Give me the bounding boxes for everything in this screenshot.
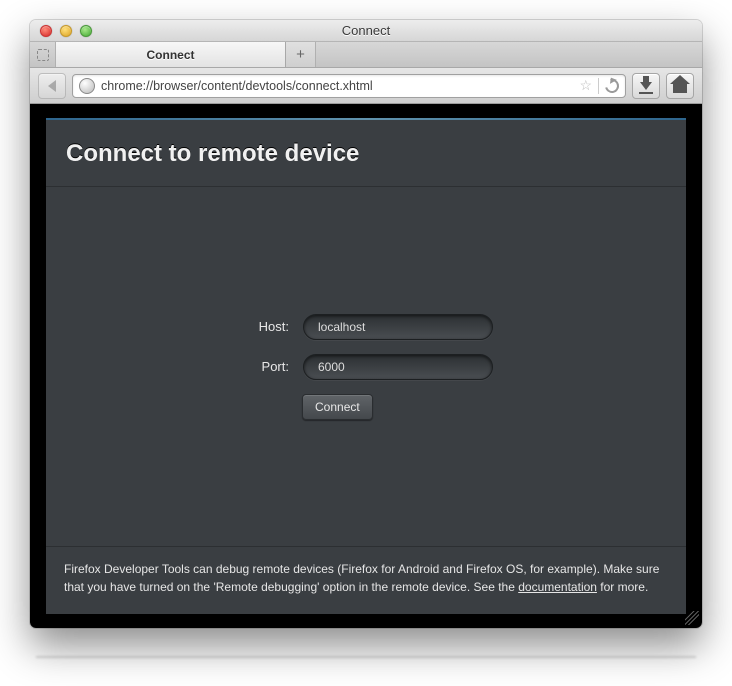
- new-tab-button[interactable]: +: [286, 42, 316, 67]
- bookmark-star-icon[interactable]: ☆: [579, 77, 592, 94]
- submit-row: Connect: [238, 394, 373, 420]
- connect-form: Host: Port: Connect: [46, 187, 686, 546]
- host-input[interactable]: [303, 314, 493, 340]
- connect-panel: Connect to remote device Host: Port: Con…: [46, 118, 686, 614]
- content-area: Connect to remote device Host: Port: Con…: [30, 104, 702, 628]
- home-button[interactable]: [666, 73, 694, 99]
- traffic-lights: [30, 25, 92, 37]
- site-identity-icon: [79, 78, 95, 94]
- close-window-button[interactable]: [40, 25, 52, 37]
- zoom-window-button[interactable]: [80, 25, 92, 37]
- footer-note: Firefox Developer Tools can debug remote…: [46, 546, 686, 614]
- tab-bar: Connect +: [30, 42, 702, 68]
- page-heading: Connect to remote device: [46, 120, 686, 187]
- port-input[interactable]: [303, 354, 493, 380]
- titlebar: Connect: [30, 20, 702, 42]
- plus-icon: +: [296, 47, 305, 62]
- port-label: Port:: [239, 359, 289, 374]
- downloads-button[interactable]: [632, 73, 660, 99]
- window-title: Connect: [30, 23, 702, 38]
- connect-button[interactable]: Connect: [302, 394, 373, 420]
- minimize-window-button[interactable]: [60, 25, 72, 37]
- url-text: chrome://browser/content/devtools/connec…: [101, 79, 573, 93]
- host-row: Host:: [239, 314, 493, 340]
- resize-grip[interactable]: [685, 611, 699, 625]
- tab-groups-button[interactable]: [30, 42, 56, 67]
- download-icon: [640, 82, 652, 90]
- divider: [598, 78, 599, 94]
- tab-groups-icon: [37, 49, 49, 61]
- url-bar[interactable]: chrome://browser/content/devtools/connec…: [72, 74, 626, 98]
- back-button[interactable]: [38, 73, 66, 99]
- toolbar: chrome://browser/content/devtools/connec…: [30, 68, 702, 104]
- reload-icon[interactable]: [602, 76, 621, 95]
- tab-connect[interactable]: Connect: [56, 42, 286, 67]
- shadow-decoration: [36, 656, 696, 658]
- port-row: Port:: [239, 354, 493, 380]
- back-icon: [48, 80, 56, 92]
- panel-accent-line: [46, 118, 686, 120]
- footer-text-after: for more.: [597, 580, 648, 594]
- documentation-link[interactable]: documentation: [518, 580, 597, 594]
- browser-window: Connect Connect + chrome://browser/conte…: [30, 20, 702, 628]
- home-icon: [673, 83, 687, 93]
- tab-label: Connect: [147, 48, 195, 62]
- host-label: Host:: [239, 319, 289, 334]
